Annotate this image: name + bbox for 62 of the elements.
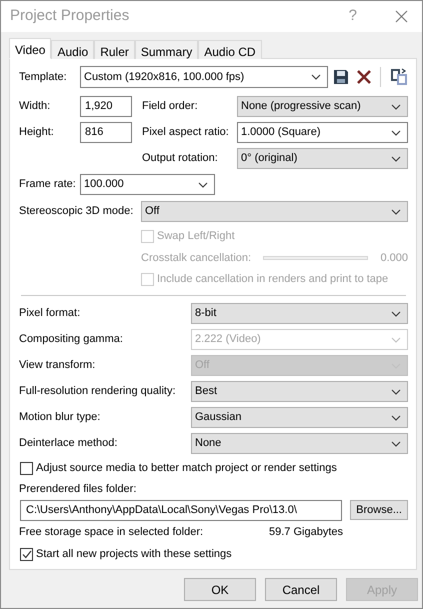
chevron-down-icon: [311, 74, 321, 80]
chevron-down-icon: [391, 208, 401, 214]
dialog-button[interactable]: Cancel: [265, 578, 337, 601]
checkbox[interactable]: [20, 548, 33, 561]
field-label: Stereoscopic 3D mode:: [19, 204, 134, 220]
input-field[interactable]: C:\Users\Anthony\AppData\Local\Sony\Vegas Pro\13.0\: [20, 500, 342, 520]
window-title: Project Properties: [10, 6, 130, 26]
chevron-down-icon: [391, 310, 401, 316]
field-label: Output rotation:: [142, 151, 219, 166]
dropdown[interactable]: None (progressive scan): [237, 96, 408, 117]
chevron-down-icon: [391, 156, 401, 162]
field-label: Pixel aspect ratio:: [142, 125, 230, 140]
dropdown[interactable]: 100.000: [80, 174, 215, 195]
tab[interactable]: Audio: [51, 40, 94, 59]
dropdown[interactable]: 0° (original): [237, 148, 408, 169]
delete-icon[interactable]: [357, 70, 371, 84]
input-field[interactable]: 1,920: [80, 96, 132, 117]
close-icon[interactable]: [395, 10, 408, 23]
slider-label: Crosstalk cancellation:: [141, 250, 252, 266]
dialog-button[interactable]: OK: [184, 578, 256, 601]
field-label: Motion blur type:: [19, 410, 102, 426]
chevron-down-icon: [391, 130, 401, 136]
chevron-down-icon: [391, 336, 401, 342]
checkbox-label: Start all new projects with these settings: [36, 547, 232, 562]
field-label: Full-resolution rendering quality:: [19, 384, 177, 400]
dropdown[interactable]: 8-bit: [191, 303, 408, 324]
field-label: Template:: [19, 70, 68, 85]
tab[interactable]: Audio CD: [198, 40, 262, 59]
checkbox-label: Swap Left/Right: [157, 228, 235, 244]
clipboard-icon[interactable]: [390, 68, 408, 86]
field-label: View transform:: [19, 358, 96, 374]
field-label: Deinterlace method:: [19, 436, 118, 452]
browse-button[interactable]: Browse...: [350, 500, 408, 520]
chevron-down-icon: [391, 388, 401, 394]
dropdown[interactable]: Custom (1920x816, 100.000 fps): [80, 66, 328, 88]
chevron-down-icon: [391, 440, 401, 446]
checkbox-label: Include cancellation in renders and print to tape: [157, 272, 388, 287]
field-label: Frame rate:: [19, 177, 77, 192]
field-label: Pixel format:: [19, 306, 82, 322]
chevron-down-icon: [391, 414, 401, 420]
checkbox-label: Adjust source media to better match project or render settings: [36, 460, 337, 476]
field-label: Width:: [19, 99, 52, 114]
chevron-down-icon: [198, 182, 208, 188]
dropdown[interactable]: Gaussian: [191, 407, 408, 428]
tab[interactable]: Ruler: [94, 40, 135, 59]
dropdown[interactable]: Off: [141, 201, 408, 222]
storage-value: 59.7 Gigabytes: [269, 525, 343, 540]
dropdown[interactable]: Best: [191, 381, 408, 402]
tab[interactable]: Summary: [134, 40, 198, 59]
dropdown[interactable]: 1.0000 (Square): [237, 122, 408, 143]
field-label: Field order:: [142, 99, 199, 114]
field-label: Prerendered files folder:: [19, 482, 136, 497]
field-label: Free storage space in selected folder:: [19, 525, 204, 540]
tab[interactable]: Video: [9, 38, 52, 59]
slider-value: 0.000: [380, 250, 408, 266]
field-label: Compositing gamma:: [19, 332, 124, 348]
dropdown[interactable]: None: [191, 433, 408, 454]
field-label: Height:: [19, 125, 55, 140]
chevron-down-icon: [391, 104, 401, 110]
checkbox[interactable]: [20, 462, 33, 474]
save-icon[interactable]: [334, 70, 348, 84]
input-field[interactable]: 816: [80, 122, 132, 143]
